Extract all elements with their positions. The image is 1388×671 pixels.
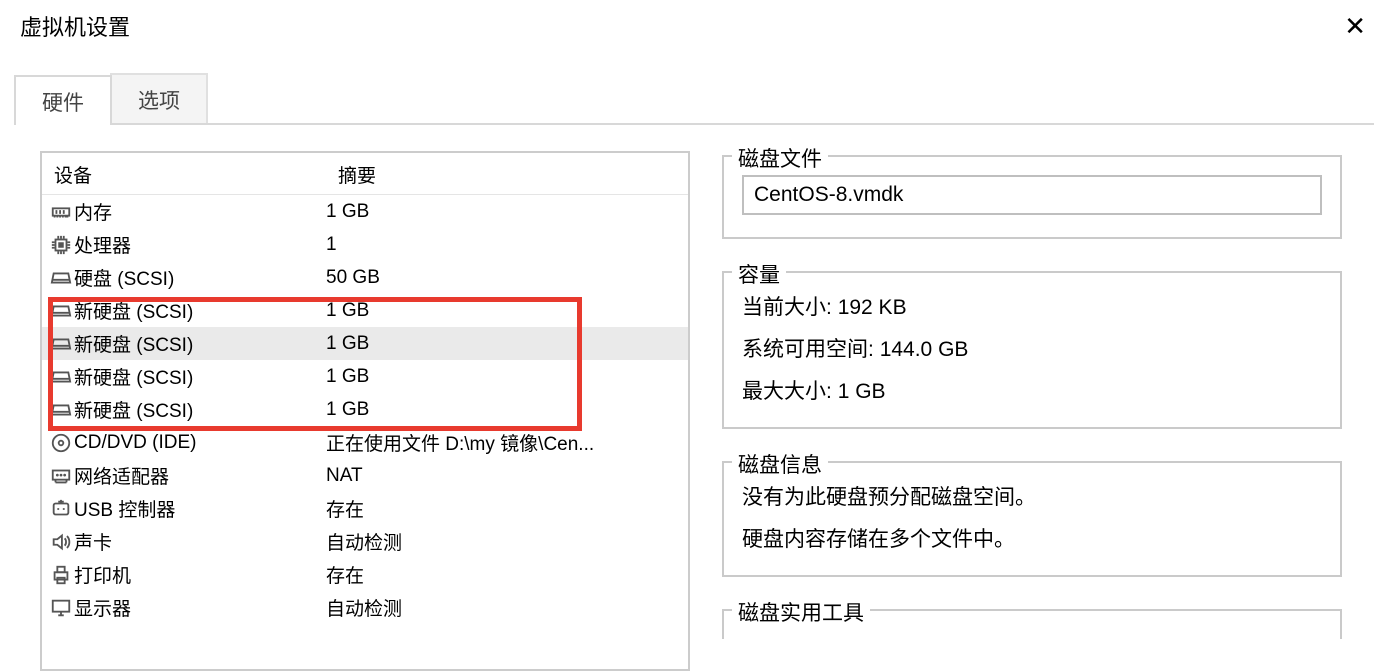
- device-summary: 1 GB: [326, 300, 688, 322]
- device-row[interactable]: USB 控制器存在: [42, 492, 688, 525]
- column-header-device: 设备: [52, 161, 338, 188]
- device-label: CD/DVD (IDE): [74, 432, 326, 454]
- device-summary: 存在: [326, 495, 688, 522]
- device-row[interactable]: 显示器自动检测: [42, 591, 688, 624]
- disk-icon: [48, 267, 74, 289]
- device-summary: 1 GB: [326, 201, 688, 223]
- disk-icon: [48, 333, 74, 355]
- tabs-container: 硬件 选项: [0, 51, 1388, 125]
- display-icon: [48, 597, 74, 619]
- device-label: 网络适配器: [74, 462, 326, 489]
- device-label: 新硬盘 (SCSI): [74, 363, 326, 390]
- fieldset-disk-info: 磁盘信息 没有为此硬盘预分配磁盘空间。 硬盘内容存储在多个文件中。: [722, 461, 1342, 577]
- device-row[interactable]: CD/DVD (IDE)正在使用文件 D:\my 镜像\Cen...: [42, 426, 688, 459]
- device-row[interactable]: 处理器1: [42, 228, 688, 261]
- column-header-summary: 摘要: [338, 161, 678, 188]
- free-space-label: 系统可用空间:: [742, 338, 874, 361]
- fieldset-disk-util: 磁盘实用工具: [722, 609, 1342, 639]
- device-summary: 存在: [326, 561, 688, 588]
- device-summary: NAT: [326, 465, 688, 487]
- device-label: 声卡: [74, 528, 326, 555]
- window-title: 虚拟机设置: [20, 10, 130, 42]
- legend-disk-file: 磁盘文件: [732, 143, 828, 173]
- device-row[interactable]: 声卡自动检测: [42, 525, 688, 558]
- close-icon[interactable]: ✕: [1336, 13, 1374, 39]
- legend-disk-util: 磁盘实用工具: [732, 597, 870, 627]
- device-list: 内存1 GB处理器1硬盘 (SCSI)50 GB新硬盘 (SCSI)1 GB新硬…: [42, 195, 688, 624]
- device-row[interactable]: 硬盘 (SCSI)50 GB: [42, 261, 688, 294]
- device-summary: 50 GB: [326, 267, 688, 289]
- device-summary: 1 GB: [326, 366, 688, 388]
- current-size-value: 192 KB: [838, 296, 907, 319]
- device-summary: 正在使用文件 D:\my 镜像\Cen...: [326, 429, 688, 456]
- fieldset-capacity: 容量 当前大小: 192 KB 系统可用空间: 144.0 GB 最大大小: 1…: [722, 271, 1342, 429]
- current-size-label: 当前大小:: [742, 296, 832, 319]
- device-label: 新硬盘 (SCSI): [74, 330, 326, 357]
- titlebar: 虚拟机设置 ✕: [0, 0, 1388, 51]
- cpu-icon: [48, 234, 74, 256]
- legend-disk-info: 磁盘信息: [732, 449, 828, 479]
- free-space-row: 系统可用空间: 144.0 GB: [742, 333, 1322, 363]
- device-summary: 1: [326, 234, 688, 256]
- net-icon: [48, 465, 74, 487]
- disk-icon: [48, 300, 74, 322]
- sound-icon: [48, 531, 74, 553]
- printer-icon: [48, 564, 74, 586]
- device-summary: 自动检测: [326, 594, 688, 621]
- fieldset-disk-file: 磁盘文件 CentOS-8.vmdk: [722, 155, 1342, 239]
- device-row[interactable]: 新硬盘 (SCSI)1 GB: [42, 327, 688, 360]
- device-label: 处理器: [74, 231, 326, 258]
- usb-icon: [48, 498, 74, 520]
- content: 设备 摘要 内存1 GB处理器1硬盘 (SCSI)50 GB新硬盘 (SCSI)…: [0, 125, 1388, 671]
- free-space-value: 144.0 GB: [880, 338, 969, 361]
- device-summary: 1 GB: [326, 333, 688, 355]
- disk-file-input[interactable]: CentOS-8.vmdk: [742, 175, 1322, 215]
- legend-capacity: 容量: [732, 259, 786, 289]
- cd-icon: [48, 432, 74, 454]
- device-row[interactable]: 网络适配器NAT: [42, 459, 688, 492]
- device-panel: 设备 摘要 内存1 GB处理器1硬盘 (SCSI)50 GB新硬盘 (SCSI)…: [40, 151, 690, 671]
- disk-info-line1: 没有为此硬盘预分配磁盘空间。: [742, 481, 1322, 511]
- max-size-row: 最大大小: 1 GB: [742, 375, 1322, 405]
- device-row[interactable]: 内存1 GB: [42, 195, 688, 228]
- current-size-row: 当前大小: 192 KB: [742, 291, 1322, 321]
- disk-icon: [48, 399, 74, 421]
- max-size-label: 最大大小:: [742, 380, 832, 403]
- device-label: 硬盘 (SCSI): [74, 264, 326, 291]
- device-label: USB 控制器: [74, 495, 326, 522]
- device-label: 新硬盘 (SCSI): [74, 396, 326, 423]
- device-label: 打印机: [74, 561, 326, 588]
- tab-options[interactable]: 选项: [110, 73, 208, 123]
- device-row[interactable]: 新硬盘 (SCSI)1 GB: [42, 393, 688, 426]
- device-label: 新硬盘 (SCSI): [74, 297, 326, 324]
- memory-icon: [48, 201, 74, 223]
- disk-icon: [48, 366, 74, 388]
- device-row[interactable]: 新硬盘 (SCSI)1 GB: [42, 294, 688, 327]
- tabs: 硬件 选项: [14, 81, 1374, 125]
- device-label: 显示器: [74, 594, 326, 621]
- disk-info-line2: 硬盘内容存储在多个文件中。: [742, 523, 1322, 553]
- device-header: 设备 摘要: [42, 153, 688, 195]
- device-row[interactable]: 新硬盘 (SCSI)1 GB: [42, 360, 688, 393]
- detail-panel: 磁盘文件 CentOS-8.vmdk 容量 当前大小: 192 KB 系统可用空…: [722, 151, 1372, 671]
- max-size-value: 1 GB: [838, 380, 886, 403]
- device-summary: 自动检测: [326, 528, 688, 555]
- device-label: 内存: [74, 198, 326, 225]
- device-row[interactable]: 打印机存在: [42, 558, 688, 591]
- device-summary: 1 GB: [326, 399, 688, 421]
- tab-hardware[interactable]: 硬件: [14, 75, 112, 125]
